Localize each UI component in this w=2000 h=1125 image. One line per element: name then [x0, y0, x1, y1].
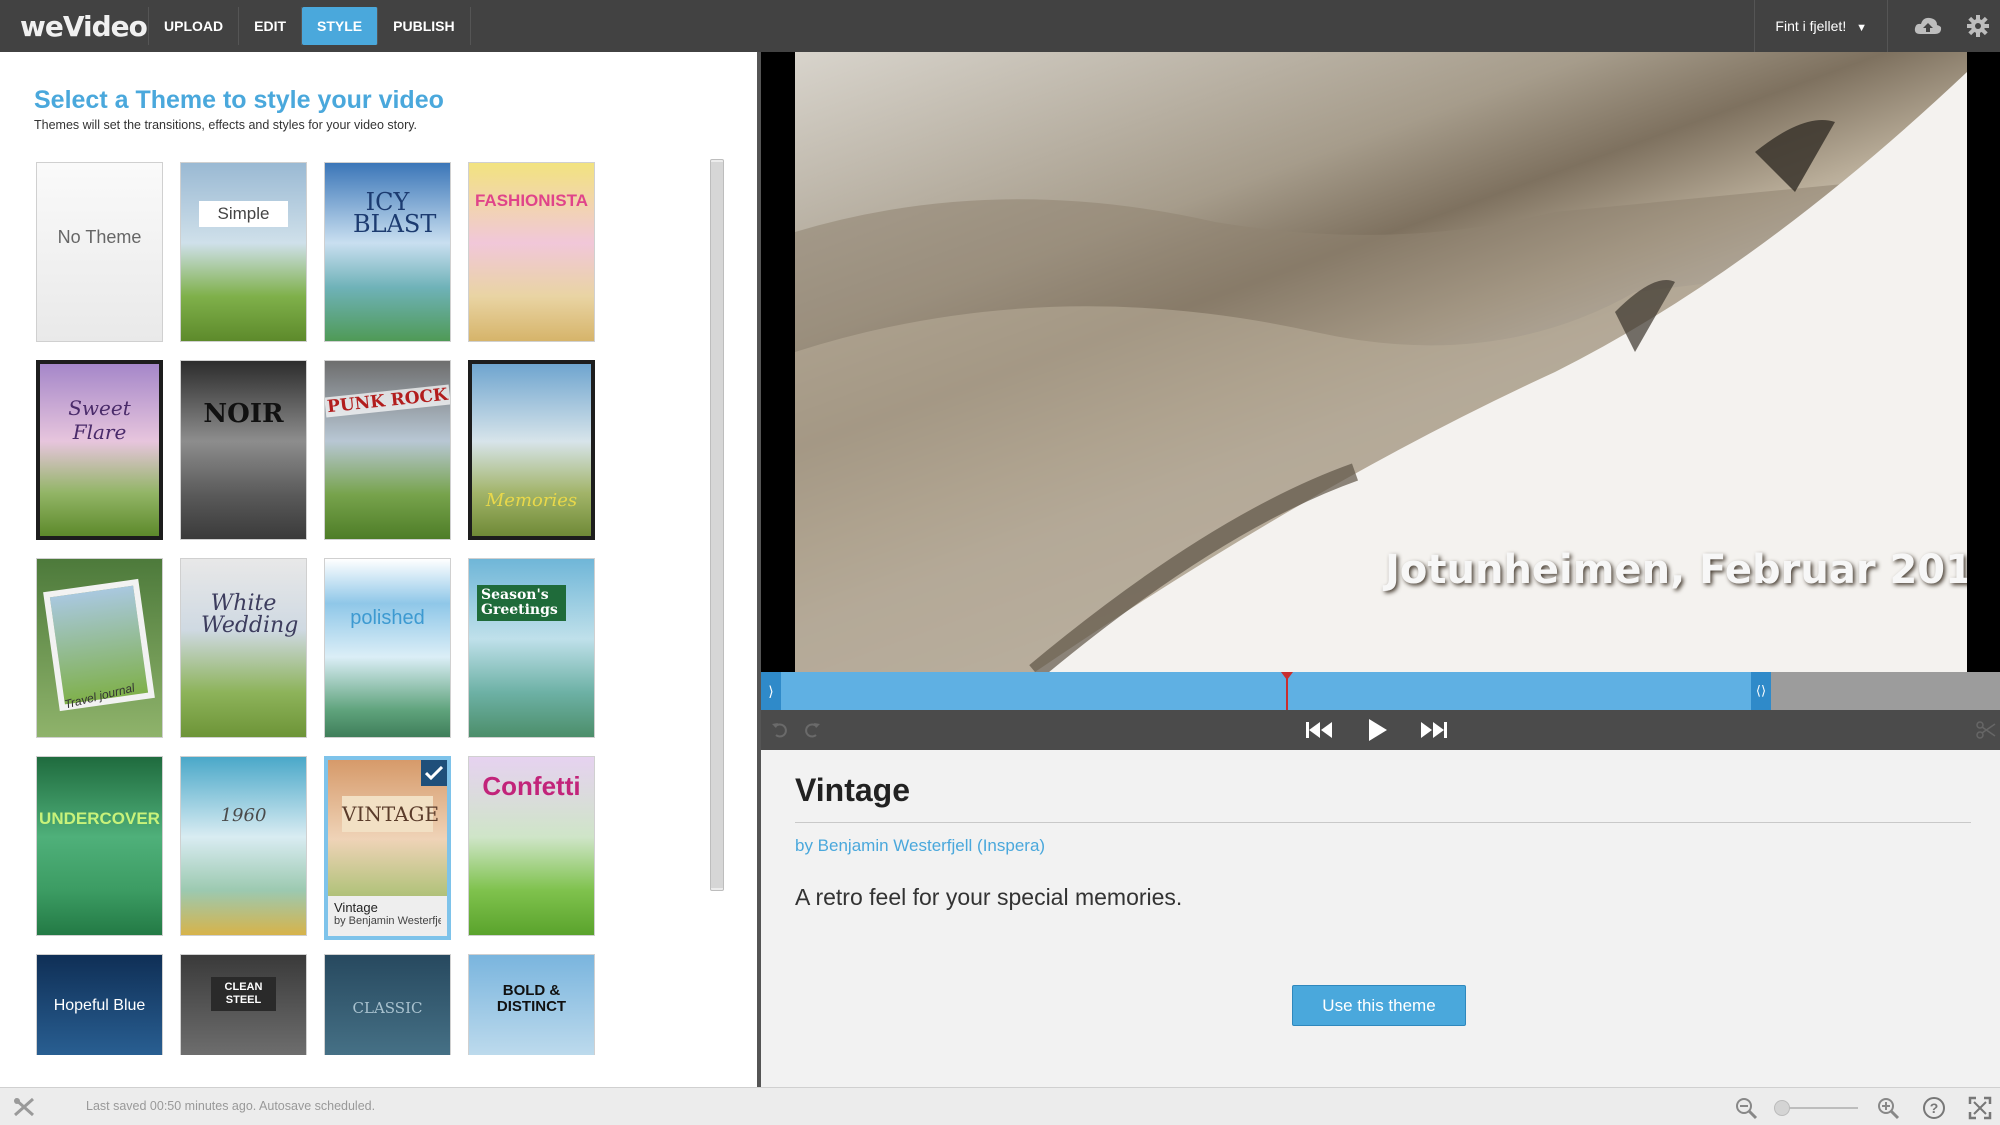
selected-caption: Vintage by Benjamin Westerfje... — [328, 896, 447, 936]
theme-polished[interactable]: polished — [324, 558, 451, 738]
theme-noir[interactable]: NOIR — [180, 360, 307, 540]
theme-icy-blast[interactable]: ICY BLAST — [324, 162, 451, 342]
theme-panel: Select a Theme to style your video Theme… — [0, 52, 757, 1087]
zoom-slider-handle[interactable] — [1774, 1100, 1790, 1116]
theme-grid-scrollbar[interactable] — [710, 159, 724, 891]
theme-clean-steel[interactable]: CLEAN STEEL — [180, 954, 307, 1055]
undo-icon[interactable] — [765, 716, 795, 744]
theme-sweet-flare[interactable]: Sweet Flare — [36, 360, 163, 540]
theme-seasons-greetings[interactable]: Season's Greetings — [468, 558, 595, 738]
range-end-handle[interactable]: ⟨⟩ — [1751, 672, 1771, 710]
redo-icon[interactable] — [797, 716, 827, 744]
project-name: Fint i fjellet! — [1775, 18, 1847, 34]
video-overlay-title: Jotunheimen, Februar 2012 — [1385, 547, 1967, 593]
selected-caption-author: by Benjamin Westerfje... — [334, 915, 441, 927]
use-theme-button[interactable]: Use this theme — [1292, 985, 1466, 1026]
preview-panel: Jotunheimen, Februar 2012 ⟩ ⟨⟩ Vintage b… — [757, 52, 2000, 1087]
status-bar: Last saved 00:50 minutes ago. Autosave s… — [0, 1087, 2000, 1125]
zoom-in-icon[interactable] — [1876, 1096, 1900, 1120]
theme-confetti[interactable]: Confetti — [468, 756, 595, 936]
selected-caption-title: Vintage — [334, 900, 378, 915]
project-menu[interactable]: Fint i fjellet! ▼ — [1754, 0, 1888, 52]
theme-1960[interactable]: 1960 — [180, 756, 307, 936]
theme-white-wedding[interactable]: White Wedding — [180, 558, 307, 738]
scrollbar-thumb[interactable] — [711, 162, 723, 888]
timeline-bar[interactable]: ⟩ ⟨⟩ — [761, 672, 2000, 710]
theme-punk-rock[interactable]: PUNK ROCK — [324, 360, 451, 540]
main-nav: UPLOAD EDIT STYLE PUBLISH — [148, 7, 471, 45]
range-start-handle[interactable]: ⟩ — [761, 672, 781, 710]
theme-no-theme[interactable]: No Theme — [36, 162, 163, 342]
video-preview[interactable]: Jotunheimen, Februar 2012 — [761, 52, 2000, 672]
tab-upload[interactable]: UPLOAD — [149, 7, 240, 45]
gear-icon[interactable] — [1962, 10, 1994, 42]
theme-hopeful-blue[interactable]: Hopeful Blue — [36, 954, 163, 1055]
video-frame: Jotunheimen, Februar 2012 — [795, 52, 1967, 672]
theme-panel-subtitle: Themes will set the transitions, effects… — [34, 118, 418, 132]
theme-detail-title: Vintage — [795, 772, 910, 808]
zoom-slider-track[interactable] — [1778, 1107, 1858, 1109]
theme-grid: No Theme Simple ICY BLAST FASHIONISTA Sw… — [36, 162, 606, 1055]
tab-publish[interactable]: PUBLISH — [378, 7, 471, 45]
playhead-marker — [1281, 672, 1293, 680]
scissors-icon[interactable] — [1971, 716, 2000, 744]
theme-simple[interactable]: Simple — [180, 162, 307, 342]
cloud-upload-icon[interactable] — [1912, 10, 1944, 42]
svg-text:?: ? — [1930, 1100, 1939, 1116]
zoom-out-icon[interactable] — [1734, 1096, 1758, 1120]
theme-fashionista[interactable]: FASHIONISTA — [468, 162, 595, 342]
playback-controls — [761, 710, 2000, 750]
tools-icon[interactable] — [12, 1096, 36, 1118]
divider — [795, 822, 1971, 823]
theme-vintage-selected[interactable]: VINTAGE Vintage by Benjamin Westerfje... — [324, 756, 451, 940]
timeline-range — [761, 672, 1761, 710]
top-bar: weVideo UPLOAD EDIT STYLE PUBLISH Fint i… — [0, 0, 2000, 52]
checkmark-icon — [421, 760, 447, 786]
theme-panel-title: Select a Theme to style your video — [34, 86, 444, 114]
autosave-status: Last saved 00:50 minutes ago. Autosave s… — [86, 1099, 376, 1113]
chevron-down-icon: ▼ — [1856, 22, 1867, 34]
skip-back-icon[interactable] — [1304, 716, 1334, 744]
skip-forward-icon[interactable] — [1419, 716, 1449, 744]
theme-undercover[interactable]: UNDERCOVER — [36, 756, 163, 936]
help-icon[interactable]: ? — [1922, 1096, 1946, 1120]
theme-bold-distinct[interactable]: BOLD & DISTINCT — [468, 954, 595, 1055]
theme-detail-description: A retro feel for your special memories. — [795, 884, 1183, 910]
tab-style[interactable]: STYLE — [302, 7, 379, 45]
fullscreen-icon[interactable] — [1968, 1096, 1992, 1120]
theme-travel-journal[interactable]: Travel journal — [36, 558, 163, 738]
theme-detail-author[interactable]: by Benjamin Westerfjell (Inspera) — [795, 836, 1045, 856]
wevideo-logo[interactable]: weVideo — [20, 10, 148, 43]
tab-edit[interactable]: EDIT — [239, 7, 303, 45]
theme-classic[interactable]: CLASSIC — [324, 954, 451, 1055]
theme-memories[interactable]: Memories — [468, 360, 595, 540]
play-icon[interactable] — [1362, 716, 1392, 744]
